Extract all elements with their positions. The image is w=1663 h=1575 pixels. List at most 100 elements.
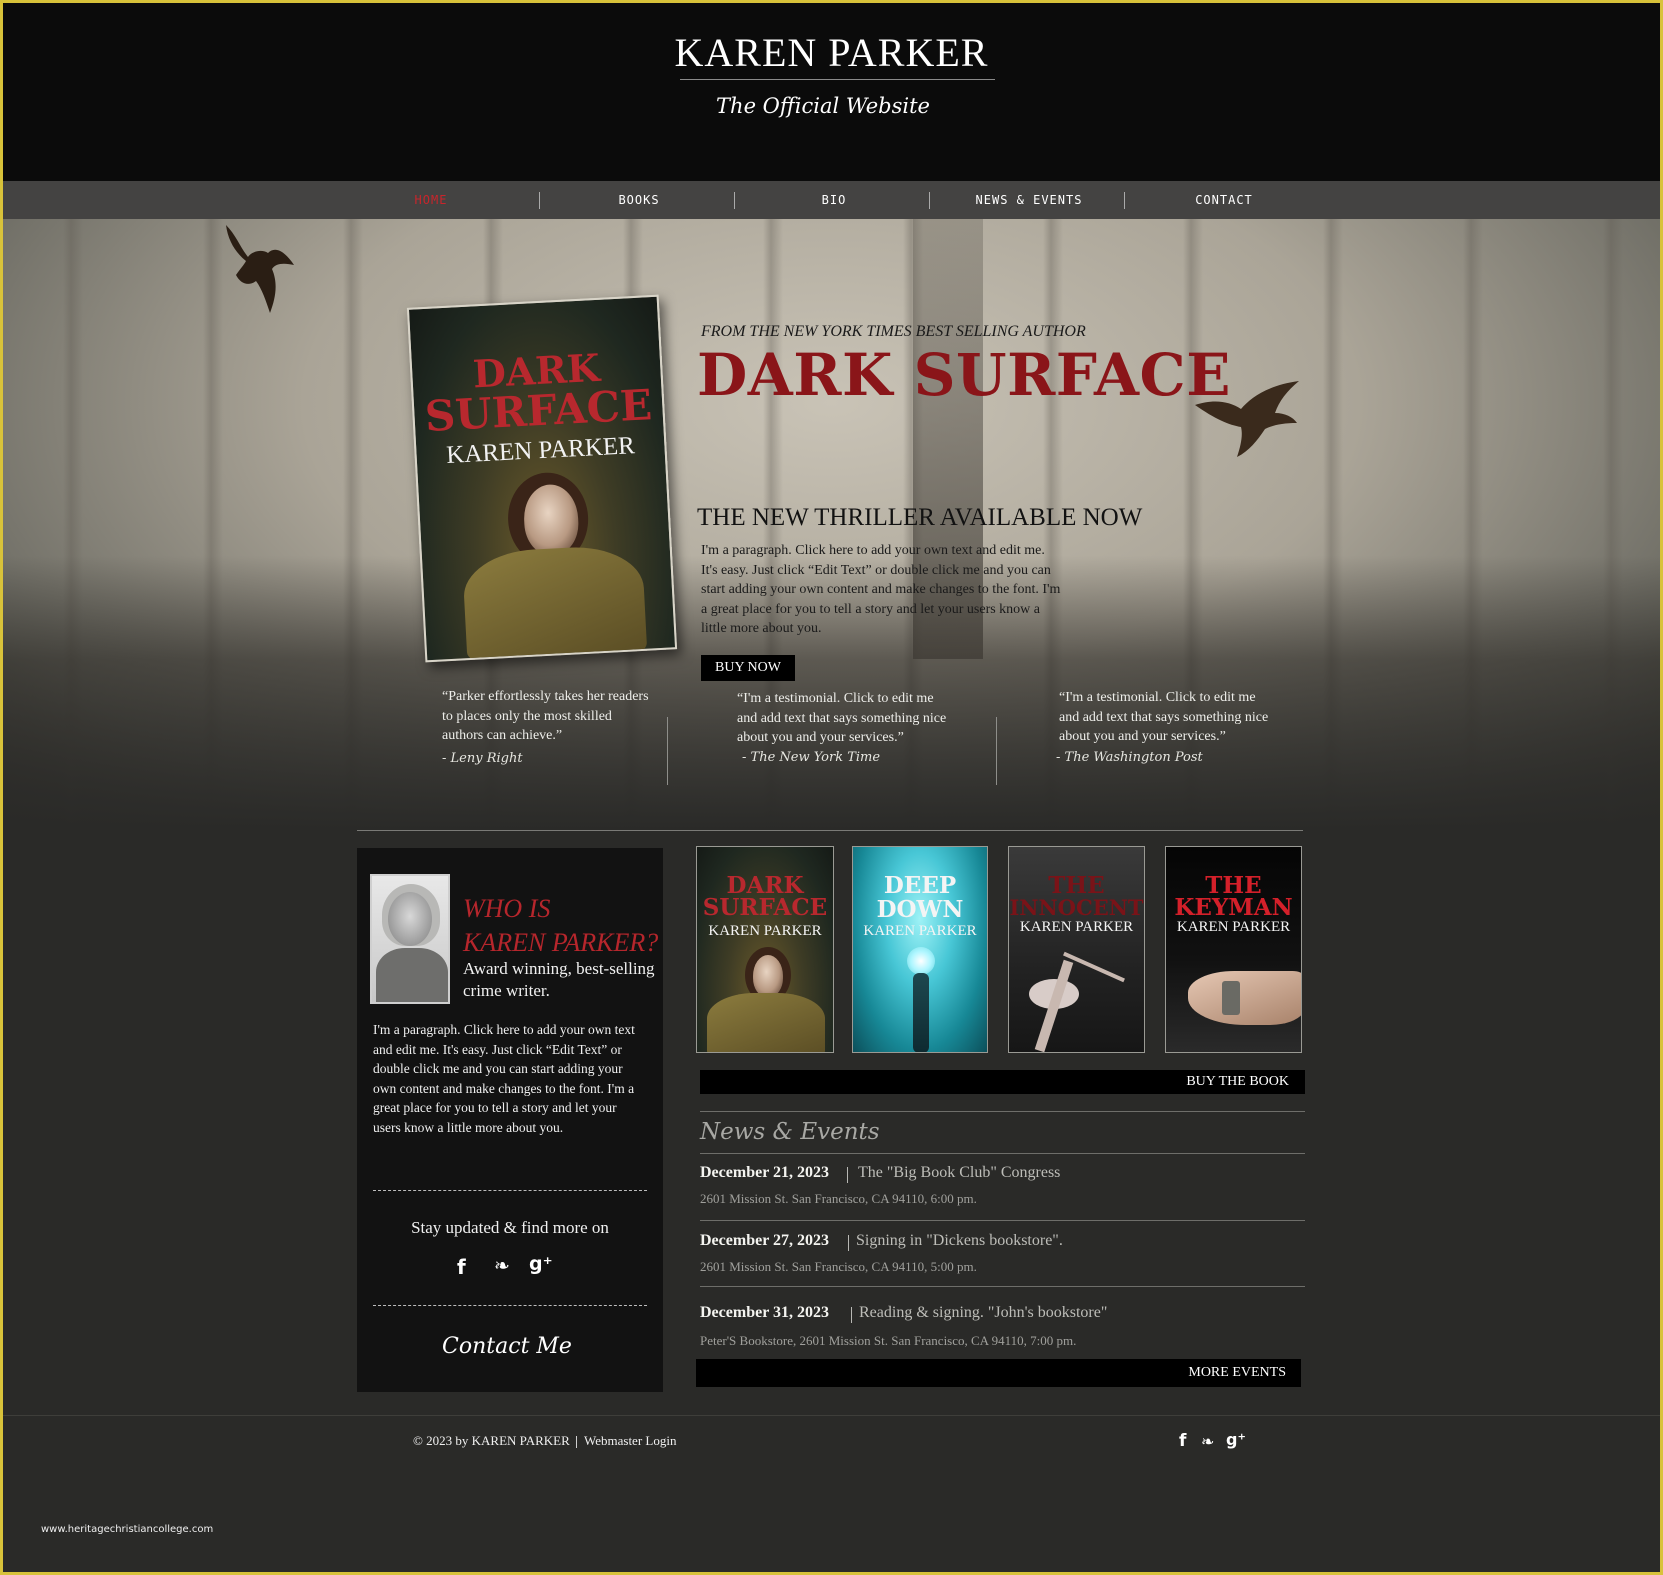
nav-divider [1124,192,1125,209]
nav-divider [734,192,735,209]
main-nav: HOME BOOKS BIO NEWS & EVENTS CONTACT [3,181,1660,219]
nav-divider [929,192,930,209]
hero-subtitle: THE NEW THRILLER AVAILABLE NOW [697,504,1143,531]
google-plus-icon[interactable]: g⁺ [1226,1430,1246,1449]
site-title[interactable]: KAREN PARKER [3,29,1660,76]
event-divider [851,1307,852,1323]
event-address: 2601 Mission St. San Francisco, CA 94110… [700,1191,977,1206]
dashed-divider [373,1305,647,1306]
book-title-line: DEEP [883,872,957,899]
testimonial-divider [996,717,997,785]
site-header: KAREN PARKER The Official Website [3,3,1660,181]
testimonial-quote: “Parker effortlessly takes her readers t… [442,689,649,743]
hero-title: DARK SURFACE [697,341,1231,409]
stay-updated-text: Stay updated & find more on [411,1218,609,1237]
cover-illustration [461,543,648,663]
buy-the-book-button[interactable]: BUY THE BOOK [700,1070,1305,1094]
buy-now-button[interactable]: BUY NOW [701,655,795,681]
event-date: December 21, 2023 [700,1164,829,1181]
event-title[interactable]: Reading & signing. "John's bookstore" [859,1304,1107,1322]
news-heading: News & Events [700,1119,880,1145]
cover-title-line: SURFACE [423,380,654,442]
book-thumbnail-the-keyman[interactable]: THE KEYMAN KAREN PARKER [1165,846,1302,1053]
figure-illustration [913,973,929,1052]
site-subtitle: The Official Website [716,94,930,118]
bio-panel: WHO IS KAREN PARKER? Award winning, best… [357,848,663,1392]
nav-item-contact[interactable]: CONTACT [1139,181,1309,219]
event-title[interactable]: The "Big Book Club" Congress [858,1164,1060,1182]
webmaster-login-link[interactable]: Webmaster Login [584,1433,676,1449]
hero-paragraph[interactable]: I'm a paragraph. Click here to add your … [701,541,1061,639]
footer-divider [3,1415,1660,1416]
book-thumbnail-dark-surface[interactable]: DARK SURFACE KAREN PARKER [696,846,834,1053]
page-frame: KAREN PARKER The Official Website HOME B… [3,3,1660,1572]
nav-item-bio[interactable]: BIO [749,181,919,219]
testimonial-quote: “I'm a testimonial. Click to edit me and… [1059,690,1269,744]
hero-kicker: FROM THE NEW YORK TIMES BEST SELLING AUT… [701,323,1086,340]
book-title-line: THE [1048,872,1105,899]
event-divider [848,1235,849,1251]
book-author: KAREN PARKER [1176,919,1291,935]
event-address: Peter'S Bookstore, 2601 Mission St. San … [700,1333,1077,1348]
event-title[interactable]: Signing in "Dickens bookstore". [856,1232,1063,1250]
news-divider [700,1220,1305,1221]
news-divider [700,1153,1305,1154]
book-thumbnail-deep-down[interactable]: DEEP DOWN KAREN PARKER [852,846,988,1053]
nav-item-home[interactable]: HOME [346,181,516,219]
key-icon [1222,981,1240,1015]
book-illustration [753,955,783,997]
hand-illustration [1188,971,1301,1025]
bio-heading: WHO IS KAREN PARKER? [463,892,663,960]
copyright-text: © 2023 by KAREN PARKER [413,1433,570,1448]
watermark-text: www.heritagechristiancollege.com [41,1524,214,1535]
news-divider [700,1111,1305,1112]
testimonial-divider [667,717,668,785]
book-thumbnail-the-innocent[interactable]: THE INNOCENT KAREN PARKER [1008,846,1145,1053]
dashed-divider [373,1190,647,1191]
title-divider [680,79,995,80]
book-title-line: KEYMAN [1174,894,1293,921]
more-events-button[interactable]: MORE EVENTS [696,1359,1301,1387]
twitter-icon[interactable]: ❧ [1201,1432,1214,1451]
bio-heading-line: KAREN PARKER? [463,928,659,957]
facebook-icon[interactable]: f [457,1255,466,1279]
hero-banner: DARK SURFACE KAREN PARKER FROM THE NEW Y… [3,219,1660,831]
event-divider [847,1167,848,1183]
book-title-line: SURFACE [702,894,828,921]
twitter-icon[interactable]: ❧ [494,1255,510,1277]
author-photo-illustration [388,892,432,946]
buy-the-book-label: BUY THE BOOK [1186,1074,1289,1089]
google-plus-icon[interactable]: g⁺ [529,1253,553,1275]
nav-divider [539,192,540,209]
book-title-line: DOWN [876,896,964,923]
testimonial-author: - The Washington Post [1056,750,1203,765]
bio-heading-line: WHO IS [463,894,551,923]
book-title-line: INNOCENT [1009,895,1144,920]
section-divider [357,830,1303,831]
event-address: 2601 Mission St. San Francisco, CA 94110… [700,1259,977,1274]
lantern-illustration [907,947,935,975]
testimonial-author: - Leny Right [442,751,523,766]
testimonial-quote: “I'm a testimonial. Click to edit me and… [737,691,947,745]
nav-item-books[interactable]: BOOKS [554,181,724,219]
event-date: December 31, 2023 [700,1304,829,1321]
ballerina-illustration [1063,951,1125,983]
author-photo-illustration [376,948,448,1002]
book-author: KAREN PARKER [708,923,822,939]
facebook-icon[interactable]: f [1179,1431,1186,1451]
book-illustration [707,993,825,1052]
author-photo [370,874,450,1004]
bio-tagline: Award winning, best-selling crime writer… [463,959,655,1000]
news-divider [700,1286,1305,1287]
featured-book-cover[interactable]: DARK SURFACE KAREN PARKER [406,294,678,663]
bio-paragraph[interactable]: I'm a paragraph. Click here to add your … [373,1020,643,1137]
testimonial-author: - The New York Time [742,750,881,765]
more-events-label: MORE EVENTS [1188,1365,1286,1380]
nav-item-news-events[interactable]: NEWS & EVENTS [944,181,1114,219]
footer-link-divider [576,1436,577,1448]
bird-icon [226,225,294,313]
contact-me-link[interactable]: Contact Me [357,1334,657,1359]
book-author: KAREN PARKER [1019,919,1134,935]
book-author: KAREN PARKER [863,923,977,939]
event-date: December 27, 2023 [700,1232,829,1249]
